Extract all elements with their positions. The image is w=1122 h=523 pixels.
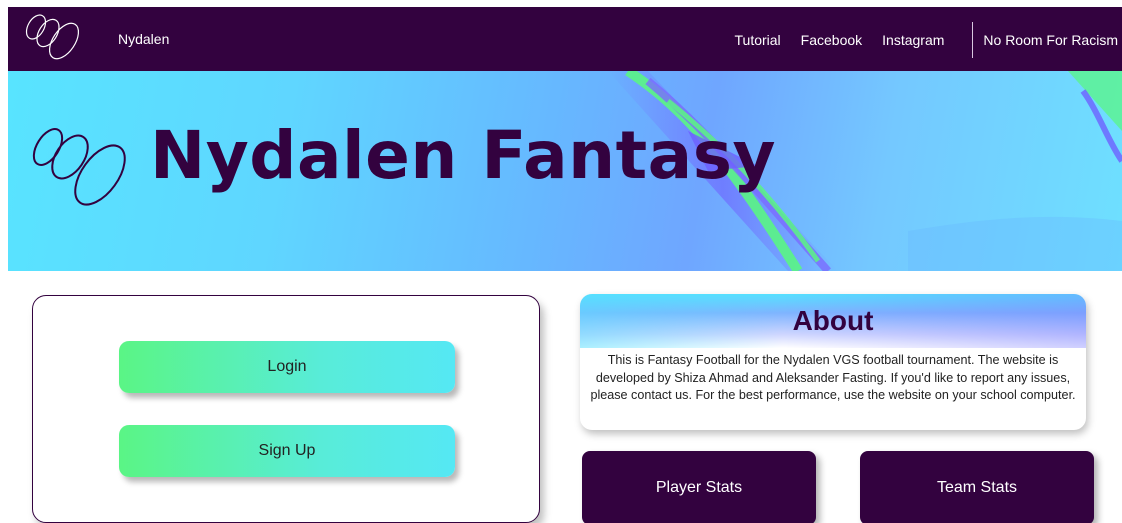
nav-brand-link[interactable]: Nydalen — [118, 31, 169, 47]
signup-button[interactable]: Sign Up — [119, 425, 455, 477]
nav-link-tutorial[interactable]: Tutorial — [735, 32, 781, 48]
nav-link-facebook[interactable]: Facebook — [801, 32, 862, 48]
login-button[interactable]: Login — [119, 341, 455, 393]
team-stats-button[interactable]: Team Stats — [860, 451, 1094, 523]
auth-card: Login Sign Up — [32, 295, 540, 523]
nav-links: Tutorial Facebook Instagram No Room For … — [735, 22, 1122, 58]
rings-logo-icon[interactable] — [22, 11, 88, 65]
nav-link-instagram[interactable]: Instagram — [882, 32, 944, 48]
about-card: About This is Fantasy Football for the N… — [580, 294, 1086, 430]
hero-title: Nydalen Fantasy — [150, 117, 777, 194]
about-title: About — [792, 305, 874, 336]
top-navbar: Nydalen Tutorial Facebook Instagram No R… — [8, 7, 1122, 71]
about-text: This is Fantasy Football for the Nydalen… — [590, 353, 1076, 402]
player-stats-button[interactable]: Player Stats — [582, 451, 816, 523]
hero-banner: Nydalen Fantasy — [8, 71, 1122, 271]
about-header: About — [580, 294, 1086, 348]
rings-logo-icon — [32, 128, 126, 206]
nav-link-no-room-for-racism[interactable]: No Room For Racism — [983, 32, 1118, 48]
nav-divider — [972, 22, 974, 58]
